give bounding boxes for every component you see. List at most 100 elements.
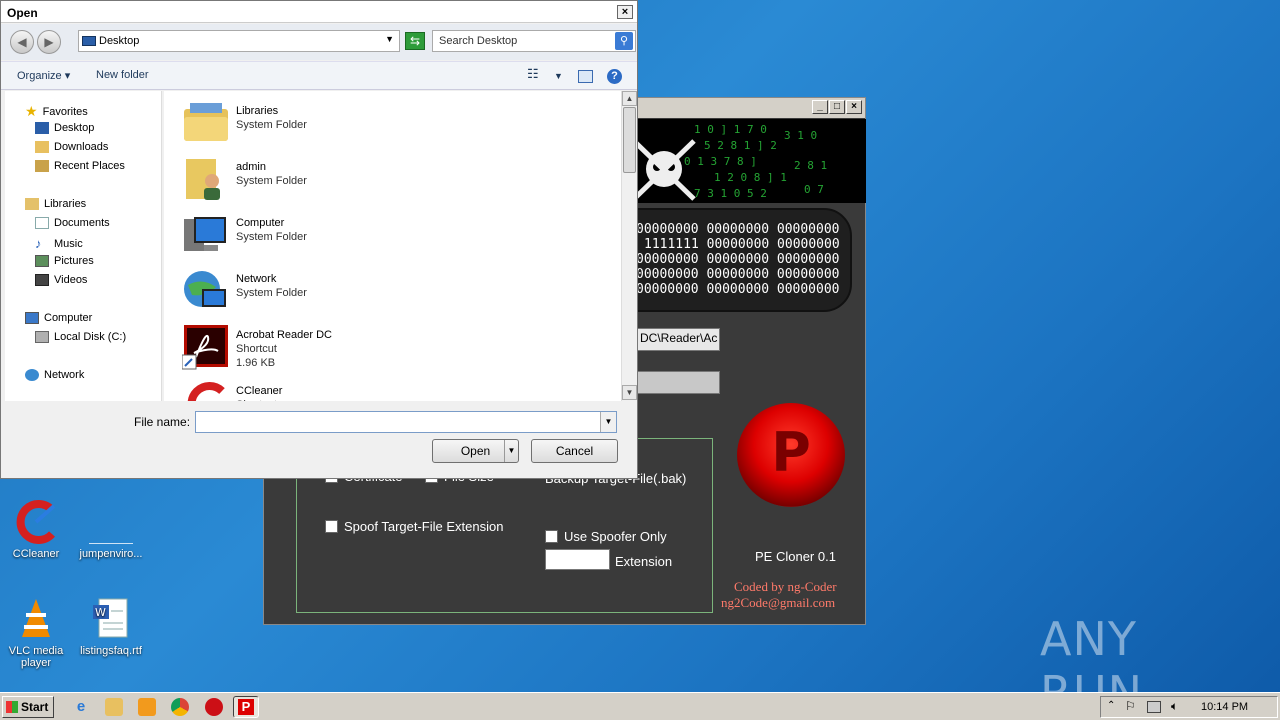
nav-pictures[interactable]: Pictures bbox=[35, 255, 94, 267]
file-type: System Folder bbox=[236, 287, 307, 299]
maximize-button[interactable]: □ bbox=[829, 100, 845, 114]
downloads-folder-icon bbox=[35, 141, 49, 153]
new-folder-button[interactable]: New folder bbox=[96, 69, 149, 81]
start-label: Start bbox=[21, 700, 49, 714]
media-player-icon[interactable] bbox=[138, 698, 156, 716]
network-tray-icon[interactable] bbox=[1147, 701, 1161, 713]
svg-text:3 1 0: 3 1 0 bbox=[784, 129, 817, 142]
dialog-close-button[interactable]: × bbox=[617, 5, 633, 19]
volume-icon[interactable]: 🔈︎ bbox=[1171, 699, 1178, 714]
network-icon bbox=[25, 369, 39, 381]
libraries-icon bbox=[25, 198, 39, 210]
nav-downloads[interactable]: Downloads bbox=[35, 141, 108, 153]
minimize-button[interactable]: _ bbox=[812, 100, 828, 114]
address-dropdown-icon[interactable]: ▼ bbox=[385, 34, 394, 44]
nav-network[interactable]: Network bbox=[25, 369, 84, 381]
desktop-icon bbox=[35, 122, 49, 134]
credit-email: ng2Code@gmail.com bbox=[721, 595, 836, 610]
binary-line: 00000000 00000000 00000000 bbox=[636, 252, 840, 267]
extension-input[interactable] bbox=[545, 549, 610, 570]
file-item-admin[interactable]: admin System Folder bbox=[182, 155, 307, 203]
nav-local-disk[interactable]: Local Disk (C:) bbox=[35, 331, 126, 343]
open-file-dialog: Open × ◀ ▶ Desktop ▼ ⇆ Search Desktop ⚲ … bbox=[0, 0, 638, 479]
scroll-thumb[interactable] bbox=[623, 107, 636, 173]
file-name-label: File name: bbox=[134, 415, 191, 429]
clock[interactable]: 10:14 PM bbox=[1201, 701, 1248, 713]
preview-pane-icon[interactable] bbox=[578, 70, 593, 83]
scroll-down-button[interactable]: ▼ bbox=[622, 385, 637, 400]
spoof-extension-checkbox[interactable]: Spoof Target-File Extension bbox=[325, 519, 503, 534]
desktop-icon-listingsfaq[interactable]: W listingsfaq.rtf bbox=[76, 597, 146, 657]
file-list: Libraries System Folder admin System Folde… bbox=[164, 91, 621, 401]
nav-computer[interactable]: Computer bbox=[25, 312, 92, 324]
file-item-ccleaner[interactable]: CCleanerShortcut bbox=[182, 379, 282, 401]
pe-cloner-taskbar-icon[interactable]: P bbox=[233, 696, 259, 718]
explorer-folder-icon[interactable] bbox=[105, 698, 123, 716]
nav-documents[interactable]: Documents bbox=[35, 217, 110, 229]
file-type: System Folder bbox=[236, 119, 307, 131]
file-item-network[interactable]: Network System Folder bbox=[182, 267, 307, 315]
ccleaner-icon bbox=[14, 500, 58, 544]
network-globe-icon bbox=[182, 267, 230, 315]
help-icon[interactable]: ? bbox=[607, 69, 622, 84]
checkbox-box[interactable] bbox=[545, 530, 558, 543]
file-name: Network bbox=[236, 273, 277, 285]
open-dropdown-icon[interactable]: ▼ bbox=[504, 440, 518, 462]
file-name-dropdown-icon[interactable]: ▼ bbox=[600, 412, 616, 432]
nav-label: Libraries bbox=[44, 198, 87, 210]
view-dropdown-icon[interactable]: ▼ bbox=[554, 71, 563, 81]
search-input[interactable]: Search Desktop bbox=[432, 30, 636, 52]
clone-button[interactable]: P bbox=[737, 403, 845, 507]
system-tray: ⌃ ⚐ 🔈︎ 10:14 PM bbox=[1100, 696, 1278, 718]
music-icon: ♪ bbox=[35, 236, 42, 251]
start-button[interactable]: Start bbox=[2, 696, 54, 718]
organize-menu[interactable]: Organize ▾ bbox=[17, 69, 70, 82]
nav-libraries[interactable]: Libraries bbox=[25, 198, 86, 210]
file-item-acrobat[interactable]: Acrobat Reader DC Shortcut 1.96 KB bbox=[181, 323, 332, 371]
open-button[interactable]: Open ▼ bbox=[432, 439, 519, 463]
chrome-icon[interactable] bbox=[171, 698, 189, 716]
file-name: CCleaner bbox=[236, 385, 283, 397]
forward-button[interactable]: ▶ bbox=[37, 30, 61, 54]
nav-desktop[interactable]: Desktop bbox=[35, 122, 94, 134]
file-type: System Folder bbox=[236, 175, 307, 187]
file-size: 1.96 KB bbox=[236, 357, 276, 369]
ccleaner-icon bbox=[182, 379, 230, 401]
file-name-input[interactable]: ▼ bbox=[195, 411, 617, 433]
nav-label: Downloads bbox=[54, 141, 109, 153]
svg-text:2 8 1: 2 8 1 bbox=[794, 159, 827, 172]
cancel-button[interactable]: Cancel bbox=[531, 439, 618, 463]
refresh-button[interactable]: ⇆ bbox=[405, 32, 425, 50]
pictures-icon bbox=[35, 255, 49, 267]
desktop-icon-label: VLC media player bbox=[8, 645, 64, 669]
checkbox-box[interactable] bbox=[325, 520, 338, 533]
flag-icon[interactable]: ⚐ bbox=[1125, 699, 1136, 713]
file-item-libraries[interactable]: Libraries System Folder bbox=[182, 99, 307, 147]
view-options-icon[interactable]: ☷ bbox=[527, 66, 539, 82]
computer-icon bbox=[25, 312, 39, 324]
nav-videos[interactable]: Videos bbox=[35, 274, 87, 286]
search-icon[interactable]: ⚲ bbox=[615, 32, 633, 50]
nav-label: Recent Places bbox=[54, 160, 125, 172]
nav-recent-places[interactable]: Recent Places bbox=[35, 160, 125, 172]
scroll-up-button[interactable]: ▲ bbox=[622, 91, 637, 106]
close-button[interactable]: × bbox=[846, 100, 862, 114]
target-path-field[interactable]: DC\Reader\Ac bbox=[636, 328, 720, 351]
ie-icon[interactable]: e bbox=[72, 698, 90, 716]
tray-expand-icon[interactable]: ⌃ bbox=[1107, 700, 1115, 711]
file-item-computer[interactable]: Computer System Folder bbox=[182, 211, 307, 259]
use-spoofer-checkbox[interactable]: Use Spoofer Only bbox=[545, 529, 667, 544]
address-bar[interactable]: Desktop ▼ bbox=[78, 30, 400, 52]
desktop-icon-vlc[interactable]: VLC media player bbox=[1, 597, 71, 669]
svg-text:1 0 ] 1 7 0: 1 0 ] 1 7 0 bbox=[694, 123, 767, 136]
nav-music[interactable]: ♪ Music bbox=[35, 236, 83, 251]
opera-icon[interactable] bbox=[205, 698, 223, 716]
desktop-icon-jumpenviro[interactable]: jumpenviro... bbox=[76, 500, 146, 560]
source-path-field[interactable] bbox=[636, 371, 720, 394]
desktop-icon-ccleaner[interactable]: CCleaner bbox=[1, 500, 71, 560]
nav-label: Computer bbox=[44, 312, 93, 324]
file-list-scrollbar[interactable]: ▲ ▼ bbox=[621, 91, 637, 401]
nav-favorites[interactable]: ★ Favorites bbox=[25, 103, 88, 120]
back-button[interactable]: ◀ bbox=[10, 30, 34, 54]
checkbox-label: Use Spoofer Only bbox=[564, 529, 667, 544]
